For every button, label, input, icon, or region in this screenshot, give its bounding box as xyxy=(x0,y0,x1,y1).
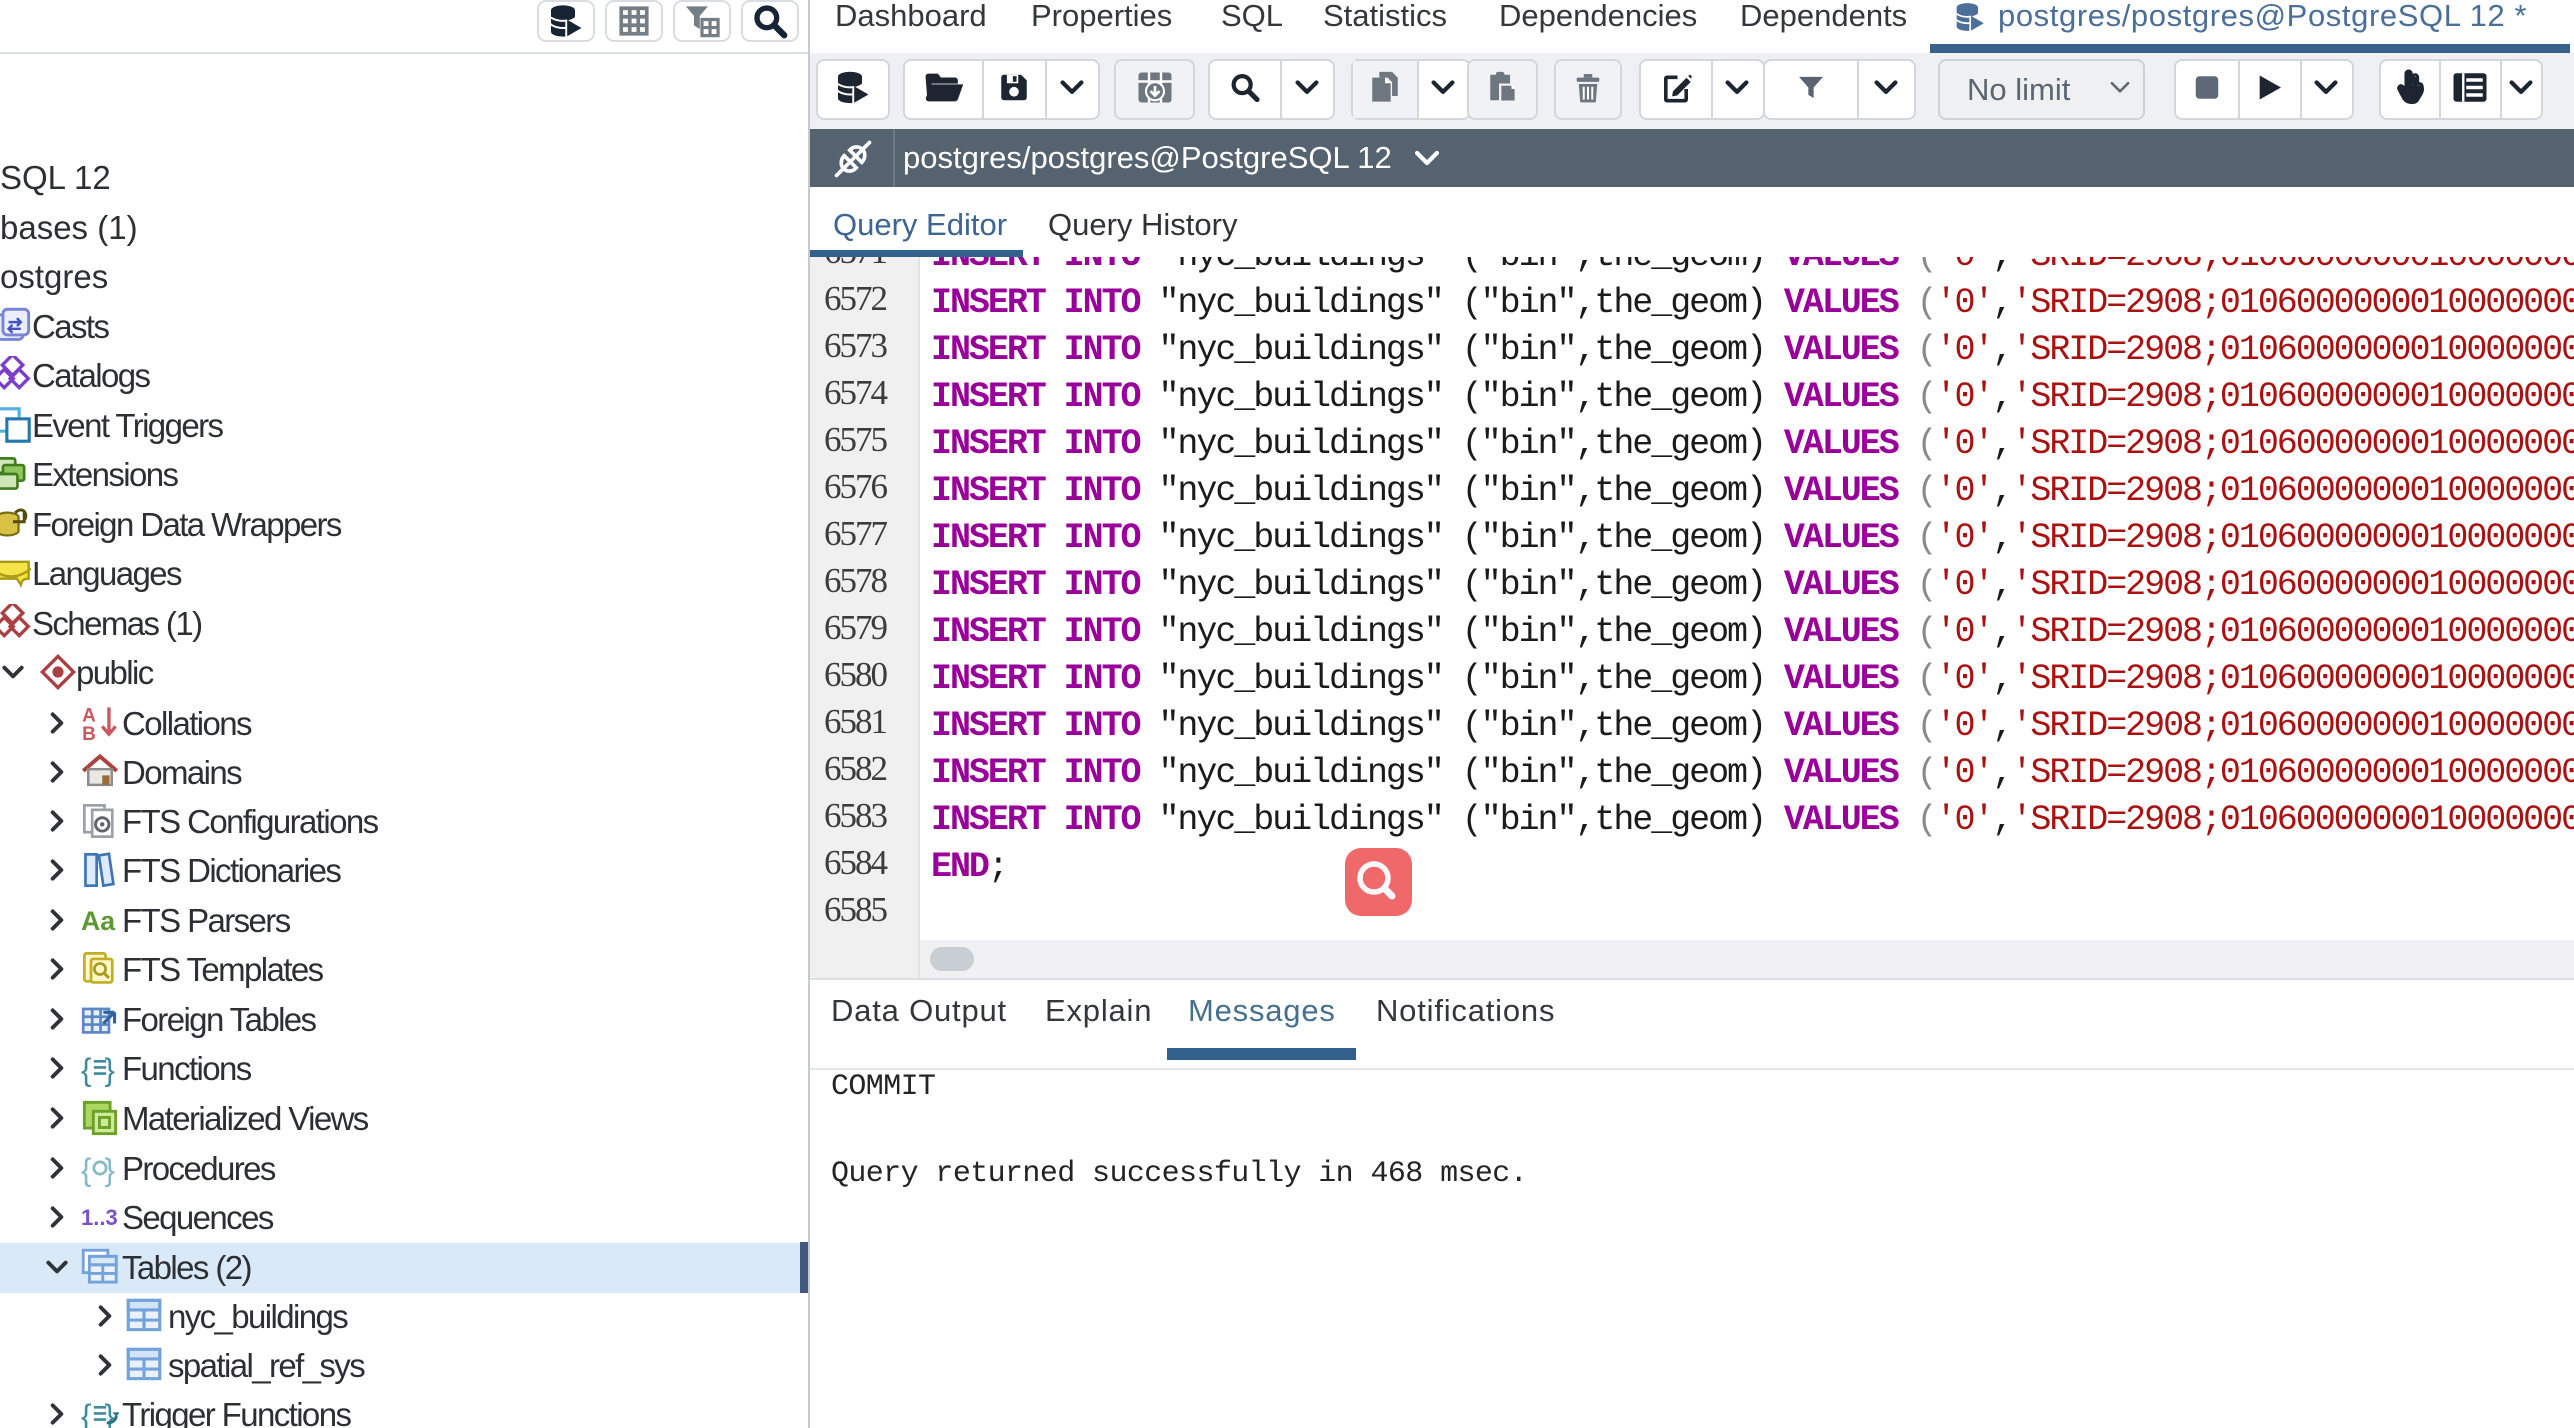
svg-text:B: B xyxy=(82,724,96,742)
svg-text:{: { xyxy=(81,1052,91,1087)
svg-text:{: { xyxy=(81,1152,91,1187)
svg-text:{: { xyxy=(81,1398,91,1428)
svg-text:}: } xyxy=(104,1052,114,1087)
svg-text:1..3: 1..3 xyxy=(81,1205,118,1230)
svg-text:Aa: Aa xyxy=(81,906,115,936)
